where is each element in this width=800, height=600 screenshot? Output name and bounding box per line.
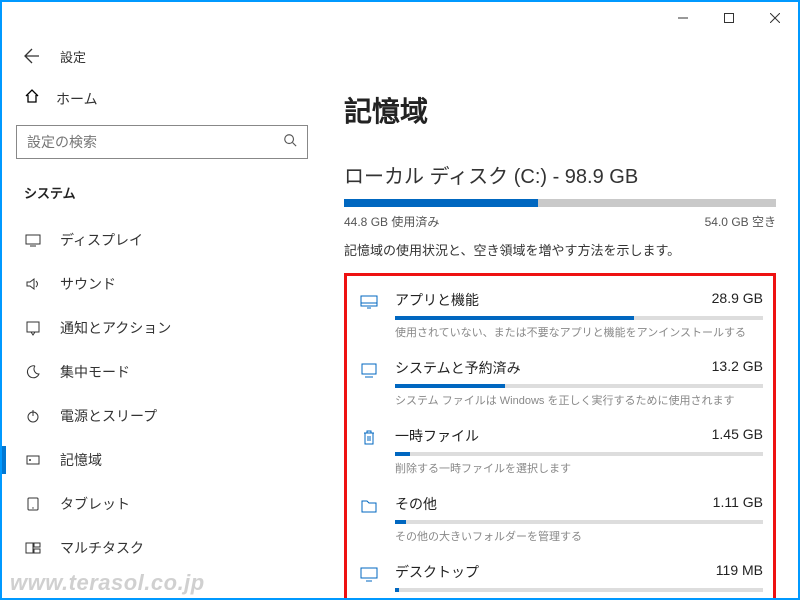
storage-category-temp[interactable]: 一時ファイル 1.45 GB 削除する一時ファイルを選択します [357,416,763,484]
home-link[interactable]: ホーム [16,78,308,119]
sidebar-item-focus[interactable]: 集中モード [16,350,308,394]
storage-category-other[interactable]: その他 1.11 GB その他の大きいフォルダーを管理する [357,484,763,552]
storage-category-desktop[interactable]: デスクトップ 119 MB デスクトップ フォルダーを管理する [357,552,763,598]
sidebar-item-label: サウンド [60,274,116,294]
search-icon [283,133,297,152]
search-input[interactable] [27,134,283,150]
free-label: 54.0 GB 空き [705,213,776,230]
category-name: システムと予約済み [395,358,521,378]
desktop-icon [357,562,381,598]
app-title: 設定 [60,47,86,66]
minimize-button[interactable] [660,2,706,34]
sidebar-item-label: 通知とアクション [60,318,171,338]
home-label: ホーム [56,89,98,109]
category-name: その他 [395,494,437,514]
sidebar: ホーム システム ディスプレイ サウンド 通知とアクション 集中モード 電源とス… [2,78,322,598]
window-titlebar [2,2,798,34]
back-button[interactable] [22,46,42,66]
category-size: 1.11 GB [713,494,763,514]
storage-category-system[interactable]: システムと予約済み 13.2 GB システム ファイルは Windows を正しく… [357,348,763,416]
storage-icon [24,452,42,468]
close-button[interactable] [752,2,798,34]
maximize-button[interactable] [706,2,752,34]
sidebar-item-label: マルチタスク [60,538,144,558]
sidebar-item-sound[interactable]: サウンド [16,262,308,306]
category-label: システム [16,177,308,218]
category-desc: 使用されていない、または不要なアプリと機能をアンインストールする [395,324,763,340]
disk-title: ローカル ディスク (C:) - 98.9 GB [344,160,776,189]
header: 設定 [2,34,798,78]
moon-icon [24,364,42,380]
category-name: デスクトップ [395,562,479,582]
apps-icon [357,290,381,340]
category-desc: 削除する一時ファイルを選択します [395,460,763,476]
multitask-icon [24,540,42,556]
sidebar-item-storage[interactable]: 記憶域 [16,438,308,482]
page-title: 記憶域 [344,90,776,130]
trash-icon [357,426,381,476]
tablet-icon [24,496,42,512]
disk-usage-bar [344,199,776,207]
sound-icon [24,276,42,292]
sidebar-item-power[interactable]: 電源とスリープ [16,394,308,438]
disk-usage-fill [344,199,538,207]
highlighted-categories: アプリと機能 28.9 GB 使用されていない、または不要なアプリと機能をアンイン… [344,273,776,598]
sidebar-item-notifications[interactable]: 通知とアクション [16,306,308,350]
home-icon [24,88,40,109]
category-desc: システム ファイルは Windows を正しく実行するために使用されます [395,392,763,408]
usage-description: 記憶域の使用状況と、空き領域を増やす方法を示します。 [344,240,776,259]
category-desc: その他の大きいフォルダーを管理する [395,528,763,544]
sidebar-item-label: 電源とスリープ [60,406,157,426]
category-size: 13.2 GB [712,358,763,378]
category-size: 1.45 GB [712,426,763,446]
used-label: 44.8 GB 使用済み [344,213,439,230]
sidebar-item-label: タブレット [60,494,130,514]
notification-icon [24,320,42,336]
display-icon [24,232,42,248]
sidebar-item-label: ディスプレイ [60,230,143,250]
category-size: 119 MB [716,562,763,582]
category-size: 28.9 GB [712,290,763,310]
sidebar-item-multitask[interactable]: マルチタスク [16,526,308,570]
sidebar-item-display[interactable]: ディスプレイ [16,218,308,262]
sidebar-item-label: 記憶域 [60,450,102,470]
storage-category-apps[interactable]: アプリと機能 28.9 GB 使用されていない、または不要なアプリと機能をアンイン… [357,280,763,348]
system-icon [357,358,381,408]
sidebar-item-label: 集中モード [60,362,130,382]
category-name: アプリと機能 [395,290,479,310]
folder-icon [357,494,381,544]
category-name: 一時ファイル [395,426,479,446]
search-box[interactable] [16,125,308,159]
sidebar-item-tablet[interactable]: タブレット [16,482,308,526]
main-panel: 記憶域 ローカル ディスク (C:) - 98.9 GB 44.8 GB 使用済… [322,78,798,598]
power-icon [24,408,42,424]
category-desc: デスクトップ フォルダーを管理する [395,596,763,598]
